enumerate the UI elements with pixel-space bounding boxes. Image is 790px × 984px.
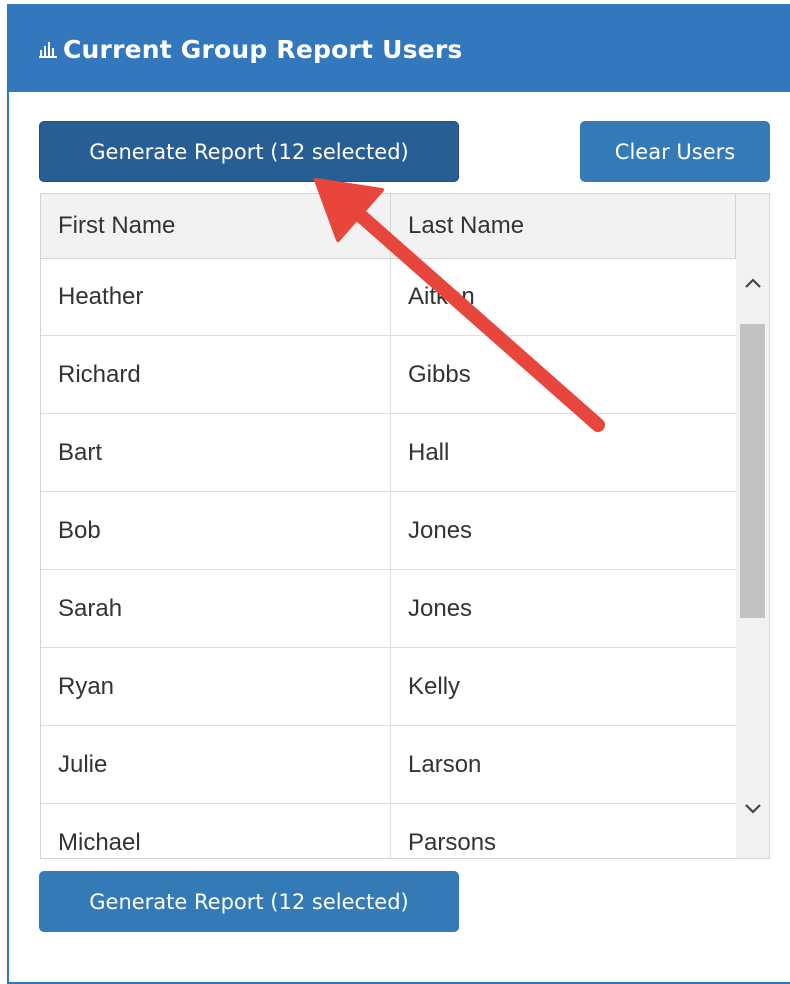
- first-name-cell: Heather: [41, 258, 391, 335]
- generate-report-button-top[interactable]: Generate Report (12 selected): [39, 121, 459, 182]
- column-header-first-name[interactable]: First Name: [41, 194, 391, 258]
- scrollbar-thumb[interactable]: [740, 324, 765, 618]
- first-name-cell: Richard: [41, 336, 391, 413]
- bar-chart-icon: [39, 40, 57, 58]
- last-name-cell: Parsons: [408, 828, 497, 856]
- first-name-cell: Michael: [41, 804, 391, 858]
- first-name-cell: Sarah: [41, 570, 391, 647]
- grid-header: First Name Last Name: [41, 194, 769, 259]
- last-name-cell: Gibbs: [408, 360, 471, 388]
- panel-header: Current Group Report Users: [9, 6, 790, 92]
- table-row[interactable]: Bart Hall: [41, 414, 736, 492]
- generate-report-button-bottom[interactable]: Generate Report (12 selected): [39, 871, 459, 932]
- table-row[interactable]: Ryan Kelly: [41, 648, 736, 726]
- last-name-cell: Kelly: [408, 672, 461, 700]
- last-name-cell: Hall: [408, 438, 450, 466]
- last-name-cell: Jones: [408, 594, 473, 622]
- scroll-down-icon[interactable]: [736, 796, 769, 822]
- first-name-cell: Bob: [41, 492, 391, 569]
- grid-rows: Heather Aitken Richard Gibbs Bart Hall B…: [41, 258, 736, 858]
- scroll-up-icon[interactable]: [736, 270, 769, 296]
- table-row[interactable]: Sarah Jones: [41, 570, 736, 648]
- first-name-cell: Julie: [41, 726, 391, 803]
- vertical-scrollbar[interactable]: [736, 258, 769, 858]
- table-row[interactable]: Bob Jones: [41, 492, 736, 570]
- last-name-cell: Jones: [408, 516, 473, 544]
- users-grid: First Name Last Name Heather Aitken Rich…: [40, 193, 770, 859]
- column-header-last-name[interactable]: Last Name: [391, 194, 736, 258]
- table-row[interactable]: Julie Larson: [41, 726, 736, 804]
- panel-title: Current Group Report Users: [63, 34, 463, 64]
- table-row[interactable]: Richard Gibbs: [41, 336, 736, 414]
- first-name-cell: Ryan: [41, 648, 391, 725]
- clear-users-button[interactable]: Clear Users: [580, 121, 770, 182]
- last-name-cell: Larson: [408, 750, 482, 778]
- first-name-cell: Bart: [41, 414, 391, 491]
- table-row[interactable]: Heather Aitken: [41, 258, 736, 336]
- table-row[interactable]: Michael Parsons: [41, 804, 736, 858]
- last-name-cell: Aitken: [408, 282, 475, 310]
